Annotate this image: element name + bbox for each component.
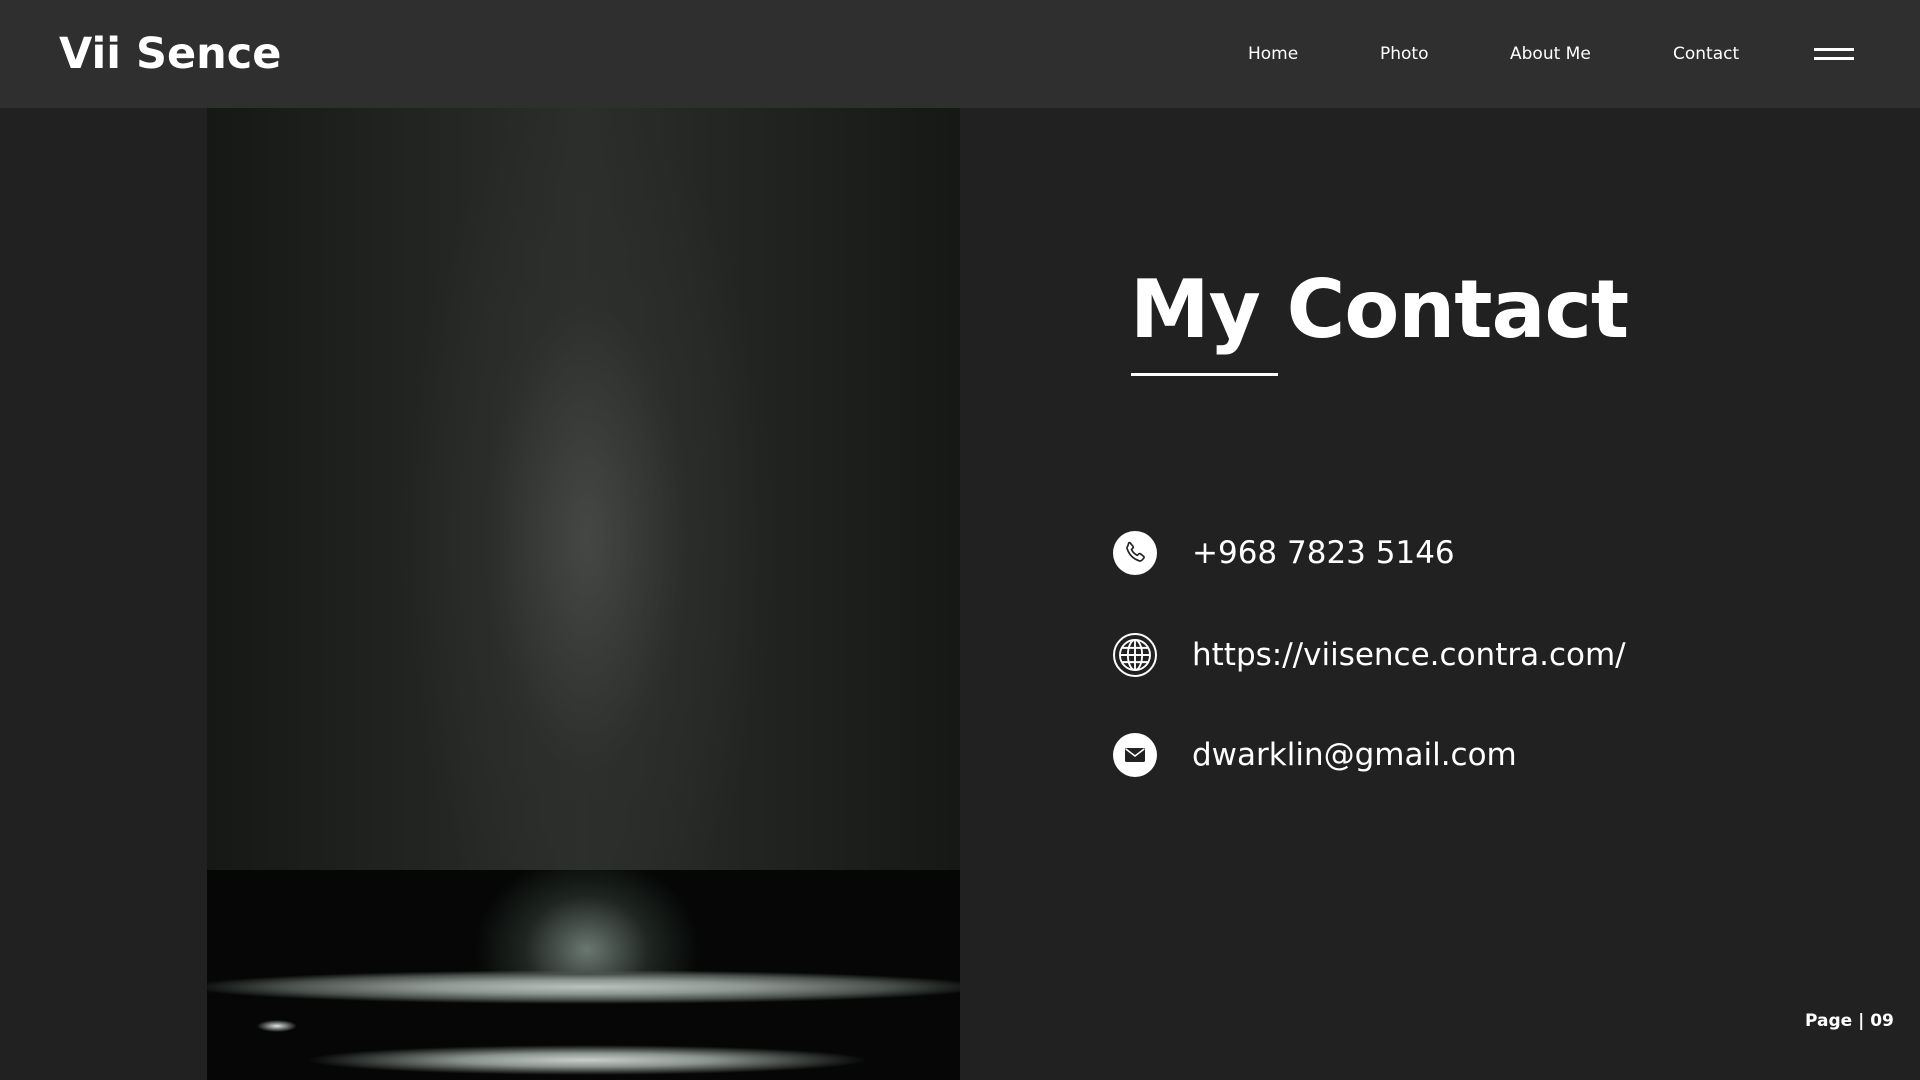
light-glint [257,1020,297,1032]
globe-icon [1113,633,1157,677]
nav-home[interactable]: Home [1248,42,1298,66]
phone-icon [1113,531,1157,575]
stage-disc-lower [307,1045,867,1075]
site-logo[interactable]: Vii Sence [59,28,281,80]
phone-number[interactable]: +968 7823 5146 [1192,533,1455,573]
website-link[interactable]: https://viisence.contra.com/ [1192,635,1626,675]
page-title: My Contact [1130,263,1629,356]
nav-photo[interactable]: Photo [1380,42,1429,66]
menu-line [1814,57,1854,60]
email-address[interactable]: dwarklin@gmail.com [1192,735,1517,775]
nav-contact[interactable]: Contact [1673,42,1739,66]
hamburger-menu-icon[interactable] [1812,45,1856,63]
nav-about-me[interactable]: About Me [1510,42,1591,66]
spotlight-stage-photo [207,108,960,1080]
page-number: Page | 09 [1805,1011,1894,1031]
menu-line [1814,48,1854,51]
title-underline [1131,373,1278,376]
photo-floor [207,870,960,1080]
stage-disc [207,970,960,1004]
mail-icon [1113,733,1157,777]
top-bar: Vii Sence Home Photo About Me Contact [0,0,1920,108]
photo-backdrop [207,108,960,870]
